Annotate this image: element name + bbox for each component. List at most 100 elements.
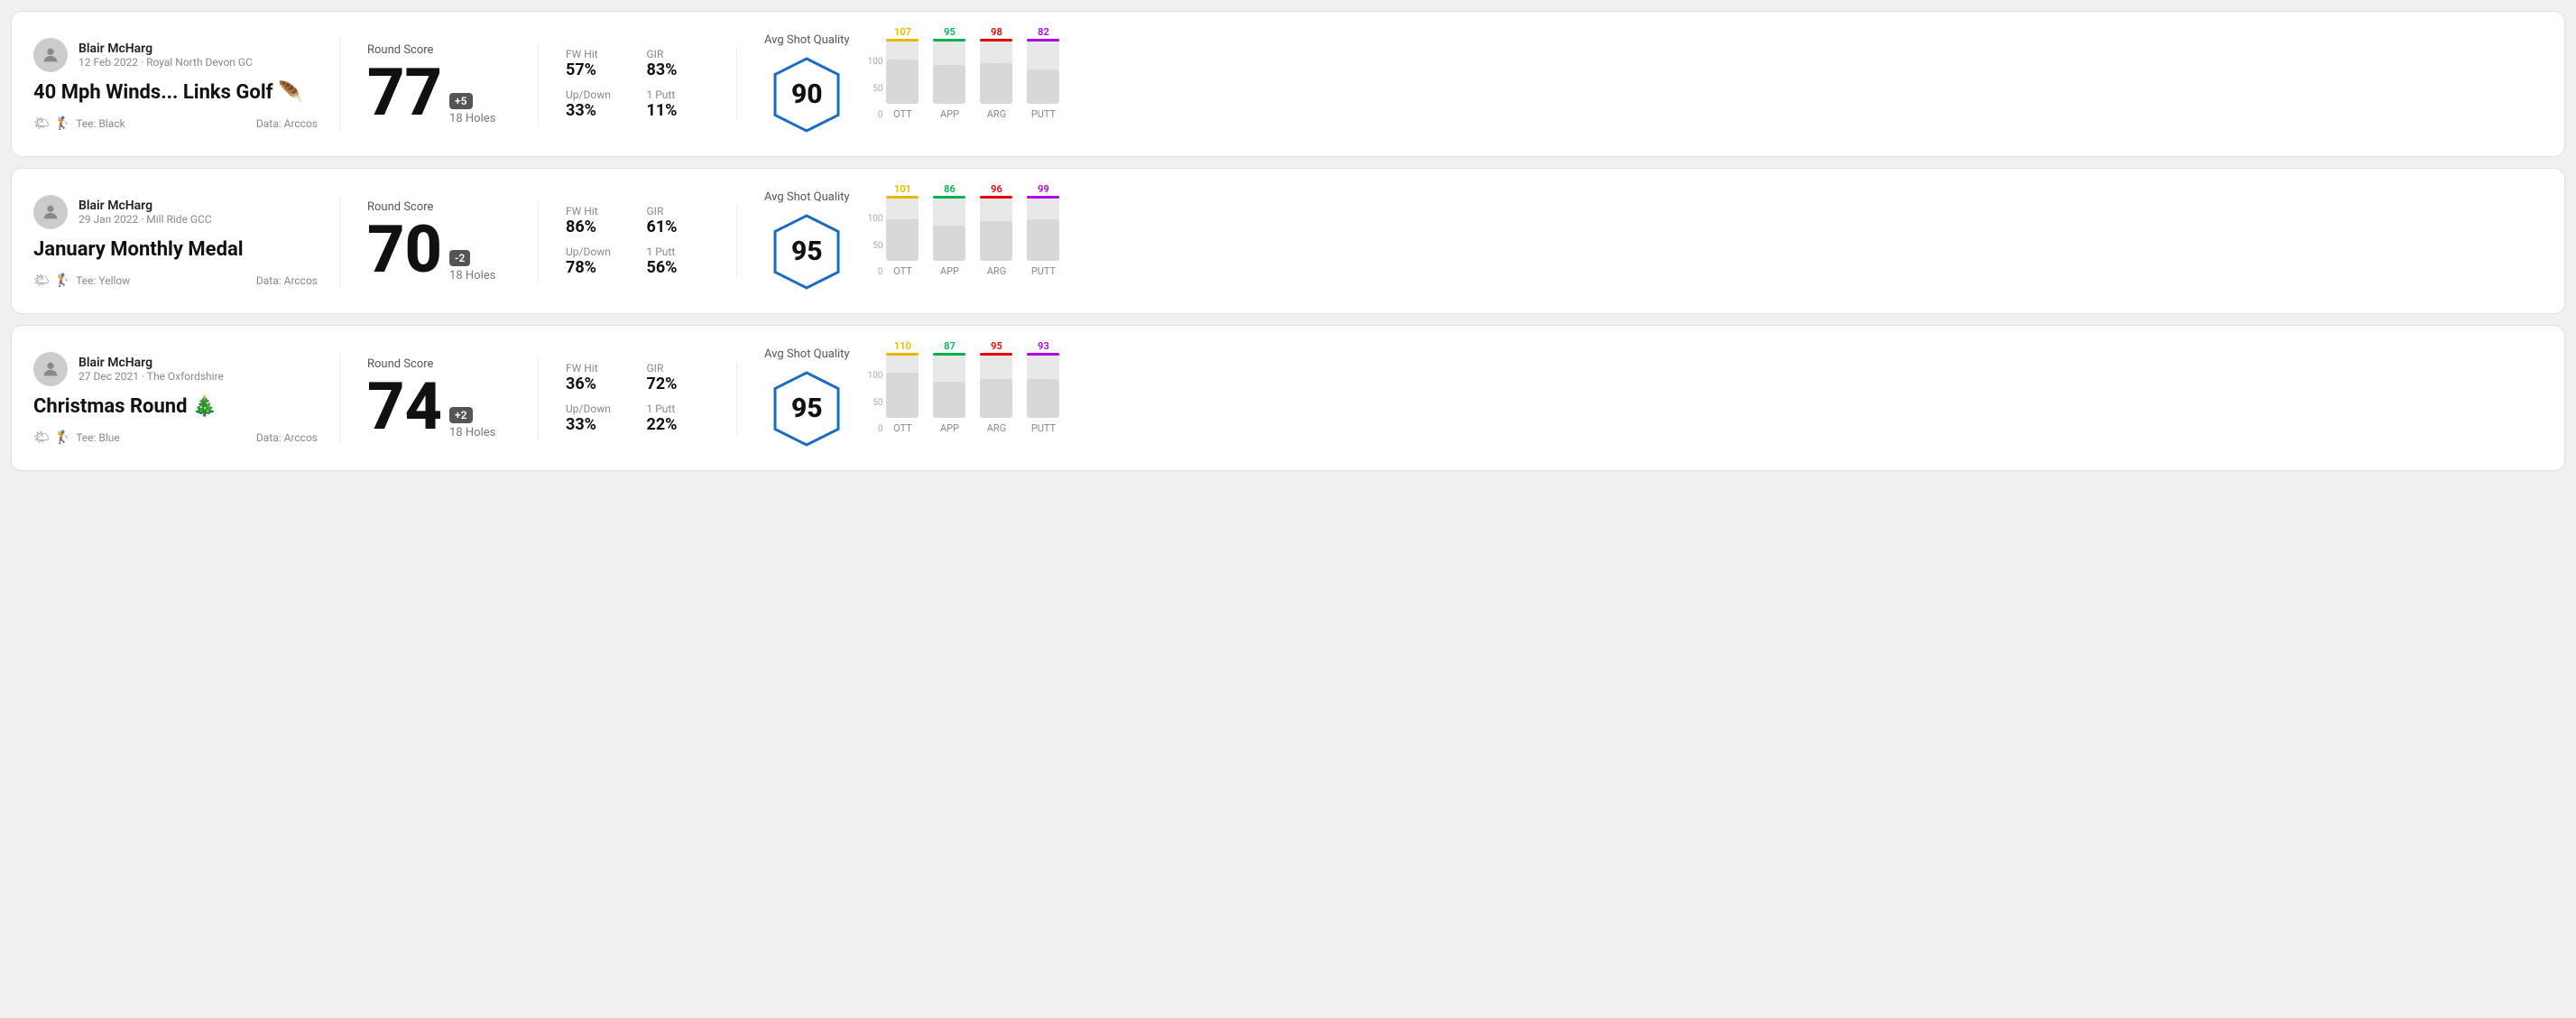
tee-info-3: 🌤 🏌 Tee: Blue [33,430,120,445]
bar-track-putt [1027,355,1059,418]
oneputt-item-1: 1 Putt 11% [647,88,710,120]
bar-value-putt: 93 [1038,340,1049,352]
bar-x-label-arg: ARG [987,265,1006,277]
bar-accent-app [933,196,965,199]
bar-fill-putt [1027,219,1059,261]
oneputt-value-3: 22% [647,415,710,434]
score-row-3: 74 +2 18 Holes [367,375,511,440]
bar-accent-ott [886,39,919,42]
bar-fill-putt [1027,379,1059,418]
fw-hit-value-3: 36% [566,375,629,393]
bar-fill-ott [886,219,919,261]
bar-track-putt [1027,198,1059,261]
updown-value-3: 33% [566,415,629,434]
y-label-100: 100 [868,371,883,381]
bar-x-label-putt: PUTT [1031,108,1056,120]
bar-value-app: 87 [944,340,956,352]
oneputt-value-1: 11% [647,101,710,120]
y-label-50: 50 [868,84,883,94]
card-footer-1: 🌤 🏌 Tee: Black Data: Arccos [33,116,318,131]
bar-accent-putt [1027,39,1059,42]
bar-accent-arg [980,39,1012,42]
card-score-2: Round Score 70 -2 18 Holes [340,200,539,282]
bar-fill-app [933,382,965,418]
gir-value-3: 72% [647,375,710,393]
y-label-0: 0 [868,110,883,120]
updown-item-1: Up/Down 33% [566,88,629,120]
bar-x-label-app: APP [940,265,959,277]
bar-value-arg: 95 [991,340,1002,352]
avatar-3 [33,352,68,386]
user-info-1: Blair McHarg 12 Feb 2022 · Royal North D… [78,42,253,69]
bag-icon-3: 🏌 [55,430,70,445]
bar-chart-wrapper-1: 100 50 0 107 OTT 95 APP [868,30,2525,138]
y-label-0: 0 [868,424,883,434]
tee-label-2: Tee: Yellow [76,274,130,287]
bar-value-arg: 98 [991,26,1002,38]
bar-track-ott [886,41,919,104]
bar-col-putt: 99 PUTT [1027,183,1059,277]
user-name-2: Blair McHarg [78,199,212,213]
score-badge-2: -2 [449,250,470,266]
card-score-1: Round Score 77 +5 18 Holes [340,43,539,125]
fw-hit-item-3: FW Hit 36% [566,362,629,393]
round-card-1: Blair McHarg 12 Feb 2022 · Royal North D… [11,11,2565,157]
oneputt-label-2: 1 Putt [647,245,710,258]
score-row-2: 70 -2 18 Holes [367,217,511,282]
round-title-3: Christmas Round 🎄 [33,395,318,418]
hexagon-score-2: 95 [791,236,823,267]
user-info-3: Blair McHarg 27 Dec 2021 · The Oxfordshi… [78,356,224,383]
data-source-2: Data: Arccos [256,274,318,287]
bar-value-ott: 101 [894,183,911,195]
hexagon-score-1: 90 [791,79,823,110]
bar-track-arg [980,355,1012,418]
bar-accent-ott [886,353,919,356]
quality-label-2: Avg Shot Quality [764,190,850,204]
tee-info-1: 🌤 🏌 Tee: Black [33,116,125,131]
gir-value-1: 83% [647,60,710,79]
gir-label-2: GIR [647,205,710,217]
avatar-1 [33,38,68,72]
hexagon-wrapper-1: Avg Shot Quality 90 [764,33,850,135]
round-card-3: Blair McHarg 27 Dec 2021 · The Oxfordshi… [11,325,2565,471]
stats-grid-1: FW Hit 57% GIR 83% Up/Down 33% 1 Putt 11… [566,48,709,120]
y-label-50: 50 [868,398,883,408]
bar-track-arg [980,198,1012,261]
bar-col-putt: 93 PUTT [1027,340,1059,434]
weather-icon-3: 🌤 [33,430,50,445]
round-title-1: 40 Mph Winds... Links Golf 🪶 [33,81,318,104]
quality-label-3: Avg Shot Quality [764,347,850,361]
oneputt-label-3: 1 Putt [647,403,710,415]
hexagon-wrapper-2: Avg Shot Quality 95 [764,190,850,292]
bar-col-ott: 107 OTT [886,26,919,120]
score-holes-2: 18 Holes [449,269,495,282]
bar-col-ott: 110 OTT [886,340,919,434]
bar-fill-arg [980,379,1012,418]
bar-chart-wrapper-2: 100 50 0 101 OTT 86 APP [868,187,2525,295]
bar-fill-app [933,226,965,261]
round-card-2: Blair McHarg 29 Jan 2022 · Mill Ride GCC… [11,168,2565,314]
bag-icon-2: 🏌 [55,273,70,288]
bar-value-app: 95 [944,26,956,38]
bar-accent-app [933,353,965,356]
gir-label-3: GIR [647,362,710,375]
y-label-0: 0 [868,267,883,277]
tee-label-3: Tee: Blue [76,431,120,444]
bar-col-app: 87 APP [933,340,965,434]
bar-value-putt: 82 [1038,26,1049,38]
bar-accent-putt [1027,353,1059,356]
bar-x-label-ott: OTT [893,108,912,120]
score-holes-1: 18 Holes [449,112,495,125]
round-title-2: January Monthly Medal [33,238,318,261]
stats-grid-3: FW Hit 36% GIR 72% Up/Down 33% 1 Putt 22… [566,362,709,434]
y-label-50: 50 [868,241,883,251]
bar-fill-arg [980,221,1012,261]
card-stats-1: FW Hit 57% GIR 83% Up/Down 33% 1 Putt 11… [539,48,737,120]
bag-icon-1: 🏌 [55,116,70,131]
card-quality-2: Avg Shot Quality 95 100 50 0 101 O [737,187,2543,295]
hexagon-2: 95 [766,211,847,292]
hexagon-wrapper-3: Avg Shot Quality 95 [764,347,850,449]
bar-value-ott: 107 [894,26,911,38]
stats-grid-2: FW Hit 86% GIR 61% Up/Down 78% 1 Putt 56… [566,205,709,277]
updown-value-2: 78% [566,258,629,277]
